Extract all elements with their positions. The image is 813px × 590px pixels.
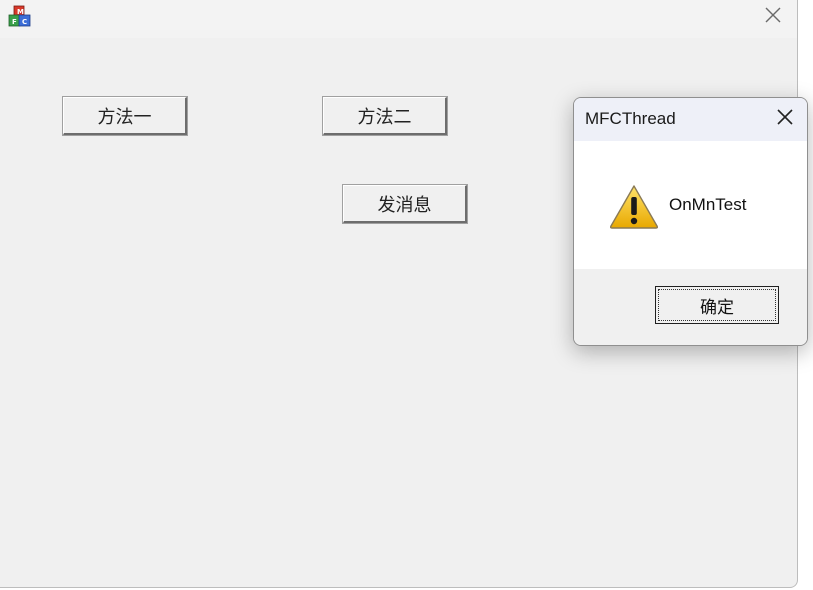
svg-text:M: M: [17, 8, 24, 16]
method-two-button[interactable]: 方法二: [322, 96, 448, 136]
method-one-button[interactable]: 方法一: [62, 96, 188, 136]
dialog-content: OnMnTest: [574, 141, 807, 269]
dialog-close-button[interactable]: [773, 107, 797, 131]
close-icon: [765, 7, 781, 27]
dialog-titlebar: MFCThread: [574, 98, 807, 141]
mfc-app-icon: M F C: [8, 4, 34, 30]
svg-text:F: F: [12, 18, 17, 26]
dialog-title: MFCThread: [585, 109, 676, 128]
ok-button[interactable]: 确定: [655, 286, 779, 324]
message-box-dialog: MFCThread OnMnTest 确定: [573, 97, 808, 346]
warning-icon: [609, 184, 659, 230]
close-icon: [777, 109, 793, 129]
ok-button-label: 确定: [700, 297, 734, 317]
svg-text:C: C: [22, 18, 27, 26]
dialog-message: OnMnTest: [669, 195, 747, 214]
dialog-footer: 确定: [574, 269, 807, 345]
titlebar: M F C: [0, 0, 797, 38]
send-message-button[interactable]: 发消息: [342, 184, 468, 224]
window-close-button[interactable]: [749, 0, 797, 34]
